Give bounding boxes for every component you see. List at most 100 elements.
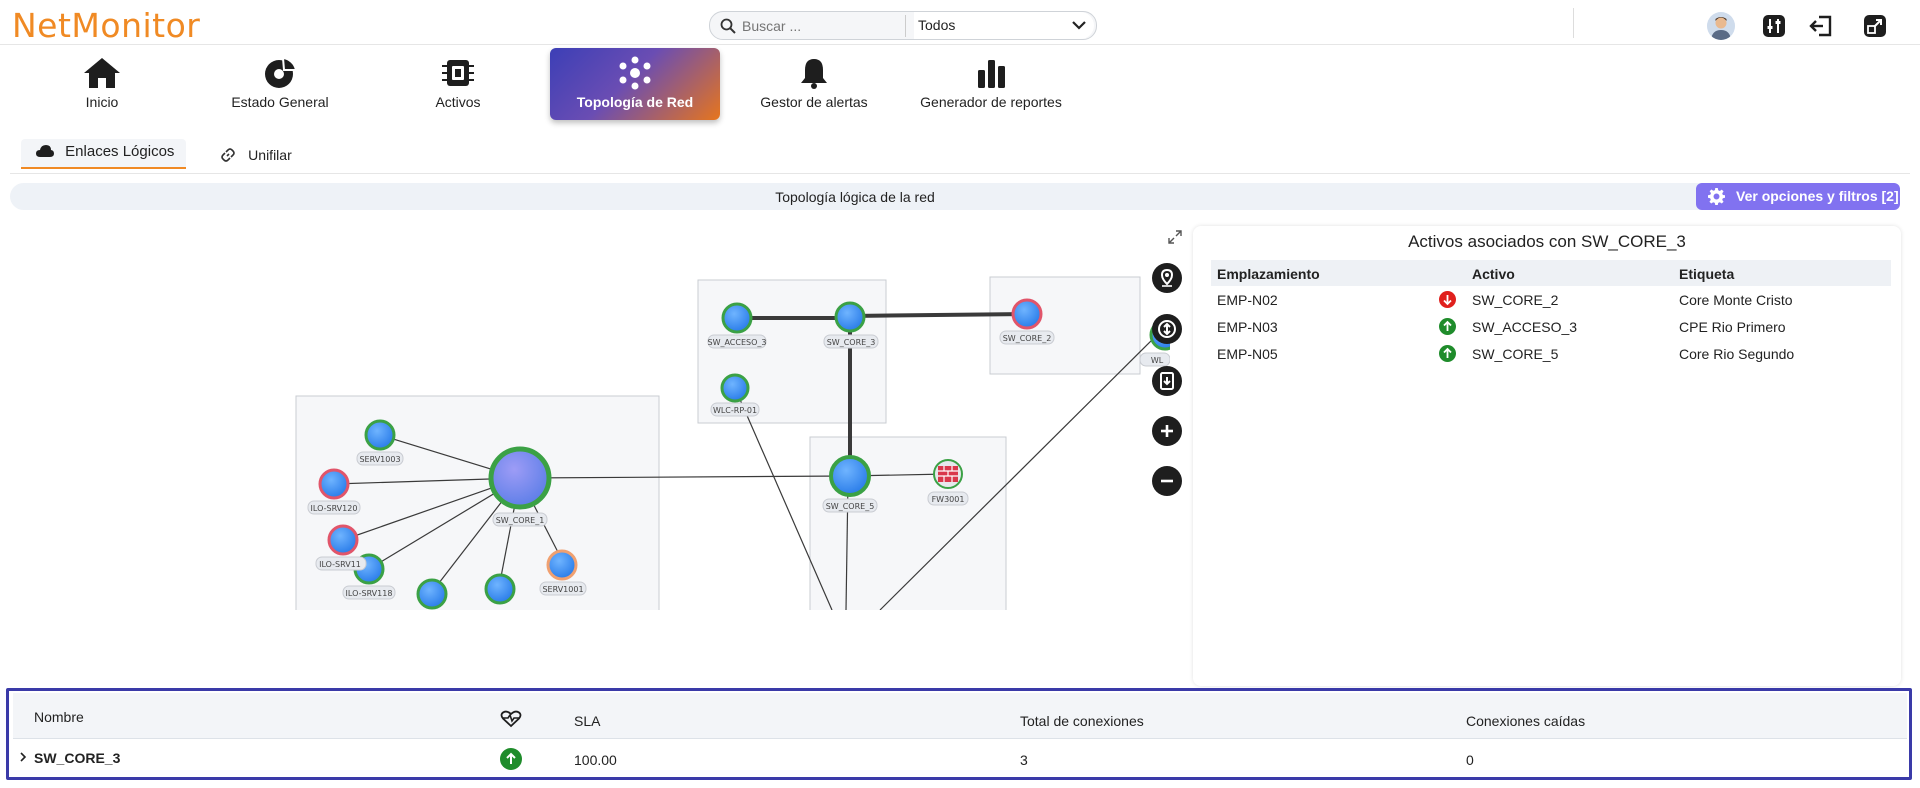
topology-canvas[interactable]: SW_ACCESO_3 SW_CORE_3 SW_CORE_2 WLC-RP-0… [10, 222, 1170, 610]
zoom-out-button[interactable] [1152, 466, 1182, 496]
asset-cell[interactable]: SW_CORE_2 [1472, 292, 1558, 308]
site-cell: EMP-N02 [1217, 292, 1278, 308]
table-row[interactable]: SW_CORE_3 100.00 3 0 [13, 739, 1907, 777]
node-label: SW_CORE_3 [827, 338, 876, 347]
table-row[interactable]: EMP-N02 SW_CORE_2 Core Monte Cristo [1211, 286, 1891, 313]
nav-label: Estado General [231, 94, 329, 110]
table-header: Nombre SLA Total de conexiones Conexione… [13, 693, 1907, 739]
cpu-chip-icon [442, 60, 474, 86]
link-thick [849, 312, 1028, 318]
node-label: WLC-RP-01 [713, 406, 757, 415]
nav-label: Generador de reportes [920, 94, 1062, 110]
node-label: ILO-SRV120 [311, 504, 358, 513]
tag-cell: Core Monte Cristo [1679, 292, 1793, 308]
tag-cell: Core Rio Segundo [1679, 346, 1795, 362]
chevron-down-icon [1072, 21, 1086, 30]
search-scope-value: Todos [918, 17, 956, 33]
sla-cell: 100.00 [574, 752, 617, 768]
asset-cell[interactable]: SW_CORE_5 [1472, 346, 1558, 362]
column-header-down-connections[interactable]: Conexiones caídas [1466, 713, 1585, 729]
column-header: Activo [1472, 266, 1515, 282]
nav-item-gestor-de-alertas[interactable]: Gestor de alertas [729, 48, 899, 120]
table-row[interactable]: EMP-N03 SW_ACCESO_3 CPE Rio Primero [1211, 313, 1891, 340]
tab-label: Enlaces Lógicos [65, 143, 175, 160]
tab-label: Unifilar [248, 147, 292, 163]
node-label: ILO-SRV11 [319, 560, 361, 569]
logout-icon[interactable] [1808, 13, 1834, 39]
zoom-in-button[interactable] [1152, 416, 1182, 446]
down-connections-cell: 0 [1466, 752, 1474, 768]
settings-sliders-icon[interactable] [1761, 13, 1787, 39]
node-label: SW_ACCESO_3 [707, 338, 766, 347]
status-up-icon [1439, 318, 1456, 335]
fit-vertical-button[interactable] [1152, 314, 1182, 344]
column-header-sla[interactable]: SLA [574, 713, 600, 729]
search-divider [905, 15, 906, 37]
heart-pulse-icon [500, 710, 522, 728]
node-label: ILO-SRV118 [346, 589, 393, 598]
tab-unifilar[interactable]: Unifilar [220, 139, 292, 169]
nav-item-inicio[interactable]: Inicio [17, 48, 187, 120]
node-extra-1 [416, 578, 448, 610]
options-filters-button[interactable]: Ver opciones y filtros [2] [1696, 183, 1900, 210]
node-label: SW_CORE_5 [826, 502, 875, 511]
node-serv1001 [546, 549, 578, 581]
node-sw-core-3 [834, 301, 866, 333]
search-scope-select[interactable]: Todos [914, 12, 1094, 39]
node-sw-core-2 [1011, 298, 1043, 330]
chevron-right-icon[interactable] [19, 752, 27, 762]
status-down-icon [1439, 291, 1456, 308]
link-icon [221, 148, 235, 162]
network-topology-icon [619, 56, 651, 90]
asset-cell[interactable]: SW_ACCESO_3 [1472, 319, 1577, 335]
node-label: SERV1001 [542, 585, 583, 594]
bell-icon [801, 59, 827, 89]
avatar-icon [1707, 12, 1735, 40]
table-row[interactable]: EMP-N05 SW_CORE_5 Core Rio Segundo [1211, 340, 1891, 367]
map-pin-icon [1160, 268, 1174, 287]
search-input[interactable] [742, 14, 912, 38]
tab-enlaces-logicos[interactable]: Enlaces Lógicos [21, 139, 187, 169]
node-wlc-rp-01 [720, 373, 750, 403]
total-connections-cell: 3 [1020, 752, 1028, 768]
node-label: SW_CORE_1 [496, 516, 545, 525]
node-ilo-srv120 [318, 468, 350, 500]
node-sw-acceso-3 [721, 302, 753, 334]
table-header: Emplazamiento Activo Etiqueta [1211, 260, 1891, 286]
associated-assets-table: Emplazamiento Activo Etiqueta EMP-N02 SW… [1211, 260, 1891, 367]
nav-label: Topología de Red [576, 94, 694, 110]
bar-chart-icon [978, 60, 1005, 88]
nav-item-activos[interactable]: Activos [373, 48, 543, 120]
topology-graph: SW_ACCESO_3 SW_CORE_3 SW_CORE_2 WLC-RP-0… [295, 276, 1170, 610]
search-icon [720, 18, 736, 34]
column-header: Emplazamiento [1217, 266, 1320, 282]
switch-window-icon[interactable] [1862, 13, 1888, 39]
search-bar: Todos [709, 11, 1097, 40]
sub-tabs: Enlaces Lógicos Unifilar [0, 133, 1920, 173]
group-box [697, 279, 887, 424]
nav-label: Activos [435, 94, 481, 110]
node-sw-core-5 [829, 455, 871, 497]
export-button[interactable] [1152, 366, 1182, 396]
node-sw-core-1 [488, 446, 552, 510]
status-up-icon [1439, 345, 1456, 362]
nav-item-estado-general[interactable]: Estado General [195, 48, 365, 120]
nav-item-generador-de-reportes[interactable]: Generador de reportes [906, 48, 1076, 120]
group-box [989, 276, 1141, 375]
status-up-icon [500, 748, 522, 770]
device-name-cell[interactable]: SW_CORE_3 [34, 750, 120, 766]
associated-assets-panel: Activos asociados con SW_CORE_3 Emplazam… [1193, 226, 1901, 686]
user-avatar[interactable] [1707, 12, 1735, 40]
node-fw3001 [933, 459, 963, 489]
locate-button[interactable] [1152, 263, 1182, 293]
expand-icon[interactable] [1168, 230, 1182, 244]
app-logo[interactable]: NetMonitor [12, 6, 200, 45]
divider [10, 173, 1910, 174]
column-header-total-connections[interactable]: Total de conexiones [1020, 713, 1144, 729]
nav-label: Inicio [85, 94, 119, 110]
node-ilo-srv11 [327, 524, 359, 556]
node-label: SW_CORE_2 [1003, 334, 1052, 343]
gear-icon [1708, 188, 1725, 205]
nav-item-topologia-de-red[interactable]: Topología de Red [550, 48, 720, 120]
column-header-name[interactable]: Nombre [34, 709, 84, 725]
